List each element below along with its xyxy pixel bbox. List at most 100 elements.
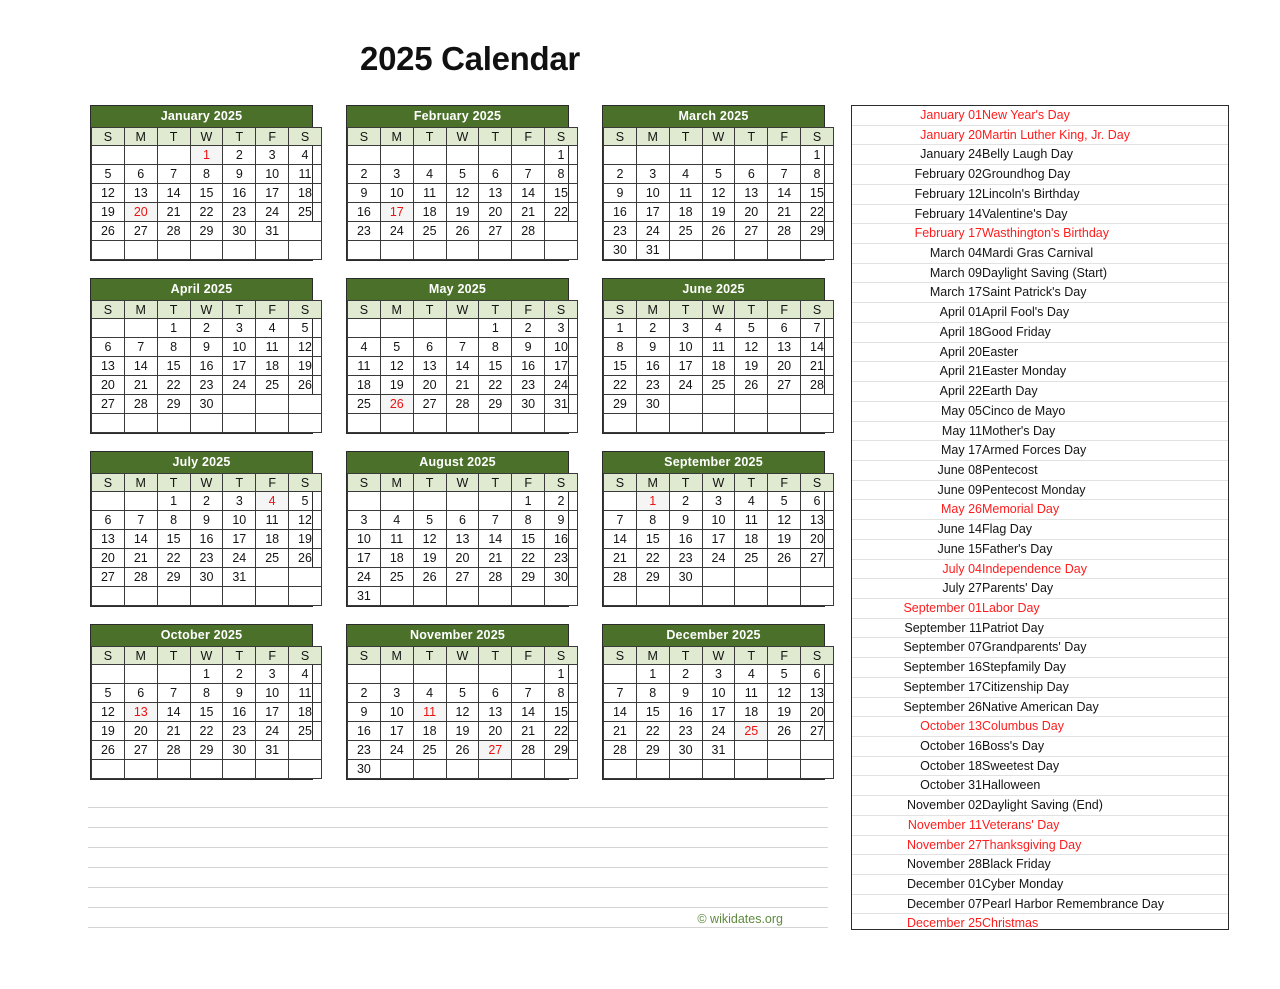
day-cell-may-2025-26[interactable]: 26 [379, 394, 414, 414]
day-cell-march-2025-21[interactable]: 21 [767, 202, 802, 222]
day-cell-january-2025-19[interactable]: 19 [91, 202, 125, 222]
day-cell-may-2025-7[interactable]: 7 [445, 337, 480, 357]
day-cell-october-2025-27[interactable]: 27 [123, 740, 158, 760]
day-cell-february-2025-28[interactable]: 28 [511, 221, 546, 241]
day-cell-may-2025-18[interactable]: 18 [347, 375, 381, 395]
day-cell-september-2025-25[interactable]: 25 [734, 548, 769, 568]
day-cell-august-2025-25[interactable]: 25 [379, 567, 414, 587]
day-cell-july-2025-13[interactable]: 13 [91, 529, 125, 549]
day-cell-march-2025-7[interactable]: 7 [767, 164, 802, 184]
day-cell-october-2025-20[interactable]: 20 [123, 721, 158, 741]
day-cell-april-2025-24[interactable]: 24 [222, 375, 257, 395]
day-cell-january-2025-7[interactable]: 7 [156, 164, 191, 184]
day-cell-march-2025-26[interactable]: 26 [701, 221, 736, 241]
day-cell-january-2025-14[interactable]: 14 [156, 183, 191, 203]
day-cell-october-2025-25[interactable]: 25 [288, 721, 322, 741]
day-cell-march-2025-10[interactable]: 10 [635, 183, 670, 203]
day-cell-september-2025-10[interactable]: 10 [701, 510, 736, 530]
day-cell-october-2025-13[interactable]: 13 [123, 702, 158, 722]
day-cell-may-2025-5[interactable]: 5 [379, 337, 414, 357]
day-cell-february-2025-2[interactable]: 2 [347, 164, 381, 184]
day-cell-september-2025-29[interactable]: 29 [635, 567, 670, 587]
day-cell-november-2025-6[interactable]: 6 [478, 683, 513, 703]
day-cell-august-2025-6[interactable]: 6 [445, 510, 480, 530]
day-cell-august-2025-23[interactable]: 23 [544, 548, 578, 568]
day-cell-august-2025-10[interactable]: 10 [347, 529, 381, 549]
day-cell-february-2025-27[interactable]: 27 [478, 221, 513, 241]
day-cell-september-2025-15[interactable]: 15 [635, 529, 670, 549]
day-cell-february-2025-21[interactable]: 21 [511, 202, 546, 222]
day-cell-april-2025-8[interactable]: 8 [156, 337, 191, 357]
day-cell-may-2025-13[interactable]: 13 [412, 356, 447, 376]
day-cell-january-2025-23[interactable]: 23 [222, 202, 257, 222]
day-cell-june-2025-12[interactable]: 12 [734, 337, 769, 357]
day-cell-september-2025-11[interactable]: 11 [734, 510, 769, 530]
day-cell-october-2025-17[interactable]: 17 [255, 702, 290, 722]
day-cell-february-2025-1[interactable]: 1 [544, 145, 578, 165]
day-cell-february-2025-18[interactable]: 18 [412, 202, 447, 222]
day-cell-march-2025-18[interactable]: 18 [668, 202, 703, 222]
day-cell-may-2025-27[interactable]: 27 [412, 394, 447, 414]
day-cell-december-2025-30[interactable]: 30 [668, 740, 703, 760]
day-cell-july-2025-3[interactable]: 3 [222, 491, 257, 511]
day-cell-september-2025-5[interactable]: 5 [767, 491, 802, 511]
day-cell-february-2025-3[interactable]: 3 [379, 164, 414, 184]
day-cell-april-2025-28[interactable]: 28 [123, 394, 158, 414]
day-cell-april-2025-15[interactable]: 15 [156, 356, 191, 376]
day-cell-october-2025-23[interactable]: 23 [222, 721, 257, 741]
day-cell-april-2025-3[interactable]: 3 [222, 318, 257, 338]
day-cell-november-2025-26[interactable]: 26 [445, 740, 480, 760]
day-cell-november-2025-11[interactable]: 11 [412, 702, 447, 722]
day-cell-november-2025-18[interactable]: 18 [412, 721, 447, 741]
note-line[interactable] [88, 828, 828, 848]
day-cell-november-2025-2[interactable]: 2 [347, 683, 381, 703]
day-cell-february-2025-19[interactable]: 19 [445, 202, 480, 222]
day-cell-august-2025-21[interactable]: 21 [478, 548, 513, 568]
day-cell-december-2025-23[interactable]: 23 [668, 721, 703, 741]
day-cell-september-2025-30[interactable]: 30 [668, 567, 703, 587]
day-cell-october-2025-18[interactable]: 18 [288, 702, 322, 722]
day-cell-september-2025-7[interactable]: 7 [603, 510, 637, 530]
day-cell-february-2025-20[interactable]: 20 [478, 202, 513, 222]
day-cell-may-2025-4[interactable]: 4 [347, 337, 381, 357]
day-cell-august-2025-7[interactable]: 7 [478, 510, 513, 530]
day-cell-december-2025-3[interactable]: 3 [701, 664, 736, 684]
day-cell-august-2025-31[interactable]: 31 [347, 586, 381, 606]
day-cell-september-2025-16[interactable]: 16 [668, 529, 703, 549]
day-cell-september-2025-28[interactable]: 28 [603, 567, 637, 587]
day-cell-march-2025-9[interactable]: 9 [603, 183, 637, 203]
day-cell-december-2025-31[interactable]: 31 [701, 740, 736, 760]
day-cell-july-2025-24[interactable]: 24 [222, 548, 257, 568]
day-cell-may-2025-3[interactable]: 3 [544, 318, 578, 338]
day-cell-june-2025-4[interactable]: 4 [701, 318, 736, 338]
day-cell-may-2025-12[interactable]: 12 [379, 356, 414, 376]
day-cell-august-2025-5[interactable]: 5 [412, 510, 447, 530]
day-cell-october-2025-21[interactable]: 21 [156, 721, 191, 741]
day-cell-february-2025-10[interactable]: 10 [379, 183, 414, 203]
day-cell-april-2025-16[interactable]: 16 [189, 356, 224, 376]
day-cell-november-2025-30[interactable]: 30 [347, 759, 381, 779]
day-cell-october-2025-24[interactable]: 24 [255, 721, 290, 741]
day-cell-january-2025-8[interactable]: 8 [189, 164, 224, 184]
day-cell-april-2025-21[interactable]: 21 [123, 375, 158, 395]
day-cell-december-2025-18[interactable]: 18 [734, 702, 769, 722]
day-cell-december-2025-7[interactable]: 7 [603, 683, 637, 703]
day-cell-april-2025-10[interactable]: 10 [222, 337, 257, 357]
day-cell-april-2025-25[interactable]: 25 [255, 375, 290, 395]
note-line[interactable] [88, 808, 828, 828]
day-cell-march-2025-25[interactable]: 25 [668, 221, 703, 241]
day-cell-june-2025-5[interactable]: 5 [734, 318, 769, 338]
day-cell-may-2025-22[interactable]: 22 [478, 375, 513, 395]
day-cell-january-2025-26[interactable]: 26 [91, 221, 125, 241]
day-cell-july-2025-10[interactable]: 10 [222, 510, 257, 530]
day-cell-june-2025-9[interactable]: 9 [635, 337, 670, 357]
day-cell-december-2025-17[interactable]: 17 [701, 702, 736, 722]
day-cell-june-2025-19[interactable]: 19 [734, 356, 769, 376]
day-cell-july-2025-20[interactable]: 20 [91, 548, 125, 568]
day-cell-march-2025-27[interactable]: 27 [734, 221, 769, 241]
day-cell-may-2025-17[interactable]: 17 [544, 356, 578, 376]
day-cell-february-2025-12[interactable]: 12 [445, 183, 480, 203]
day-cell-september-2025-23[interactable]: 23 [668, 548, 703, 568]
day-cell-june-2025-1[interactable]: 1 [603, 318, 637, 338]
day-cell-april-2025-17[interactable]: 17 [222, 356, 257, 376]
